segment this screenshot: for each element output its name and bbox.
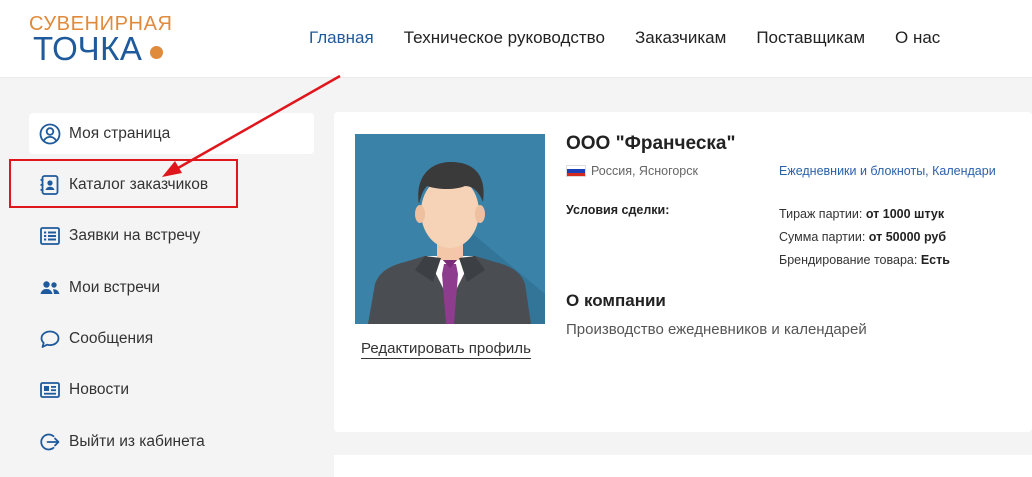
about-company-text: Производство ежедневников и календарей bbox=[566, 321, 867, 338]
chat-bubble-icon bbox=[39, 328, 61, 350]
company-location: Россия, Ясногорск bbox=[566, 164, 698, 178]
nav-link-about[interactable]: О нас bbox=[895, 27, 940, 49]
about-company-title: О компании bbox=[566, 291, 666, 310]
nav-link-customers[interactable]: Заказчикам bbox=[635, 27, 726, 49]
sidebar-item-meeting-requests[interactable]: Заявки на встречу bbox=[29, 216, 314, 257]
term-label: Сумма партии: bbox=[779, 230, 866, 244]
deal-terms-label: Условия сделки: bbox=[566, 203, 670, 217]
logo-dot bbox=[150, 46, 163, 59]
sidebar-item-label: Сообщения bbox=[69, 330, 154, 348]
term-value: от 50000 руб bbox=[868, 230, 947, 244]
company-name: ООО "Франческа" bbox=[566, 133, 736, 154]
company-categories-link[interactable]: Ежедневники и блокноты, Календари bbox=[779, 164, 996, 178]
profile-avatar bbox=[355, 134, 545, 324]
secondary-card bbox=[334, 455, 1032, 477]
logo-bottom-text: ТОЧКА bbox=[33, 30, 143, 67]
sidebar-item-label: Новости bbox=[69, 381, 130, 399]
header: СУВЕНИРНАЯ ТОЧКА Главная Техническое рук… bbox=[0, 0, 1032, 78]
users-icon bbox=[39, 277, 61, 299]
sidebar-item-my-page[interactable]: Моя страница bbox=[29, 113, 314, 154]
sidebar-item-logout[interactable]: Выйти из кабинета bbox=[29, 421, 314, 462]
list-icon bbox=[39, 225, 61, 247]
term-label: Тираж партии: bbox=[779, 207, 863, 221]
term-row: Брендирование товара: Есть bbox=[779, 249, 950, 272]
term-row: Тираж партии: от 1000 штук bbox=[779, 203, 950, 226]
main-nav: Главная Техническое руководство Заказчик… bbox=[309, 27, 940, 49]
russia-flag-icon bbox=[566, 165, 586, 177]
annotation-highlight-box bbox=[9, 159, 238, 208]
sidebar-item-messages[interactable]: Сообщения bbox=[29, 319, 314, 360]
sidebar-item-news[interactable]: Новости bbox=[29, 370, 314, 411]
sidebar-item-label: Выйти из кабинета bbox=[69, 432, 205, 450]
logout-icon bbox=[39, 431, 61, 453]
sidebar-item-label: Мои встречи bbox=[69, 278, 161, 296]
location-text: Россия, Ясногорск bbox=[591, 164, 698, 178]
nav-link-tech-guide[interactable]: Техническое руководство bbox=[404, 27, 605, 49]
sidebar-item-my-meetings[interactable]: Мои встречи bbox=[29, 267, 314, 308]
site-logo[interactable]: СУВЕНИРНАЯ ТОЧКА bbox=[29, 13, 179, 67]
deal-terms: Тираж партии: от 1000 штук Сумма партии:… bbox=[779, 203, 950, 272]
term-value: от 1000 штук bbox=[865, 207, 945, 221]
newspaper-icon bbox=[39, 379, 61, 401]
term-value: Есть bbox=[920, 253, 950, 267]
term-label: Брендирование товара: bbox=[779, 253, 918, 267]
sidebar-item-label: Заявки на встречу bbox=[69, 227, 201, 245]
user-circle-icon bbox=[39, 123, 61, 145]
nav-link-suppliers[interactable]: Поставщикам bbox=[756, 27, 865, 49]
profile-card: Редактировать профиль ООО "Франческа" Ро… bbox=[334, 112, 1032, 432]
sidebar-item-label: Моя страница bbox=[69, 124, 171, 142]
term-row: Сумма партии: от 50000 руб bbox=[779, 226, 950, 249]
nav-link-home[interactable]: Главная bbox=[309, 27, 374, 49]
edit-profile-link[interactable]: Редактировать профиль bbox=[361, 340, 531, 359]
